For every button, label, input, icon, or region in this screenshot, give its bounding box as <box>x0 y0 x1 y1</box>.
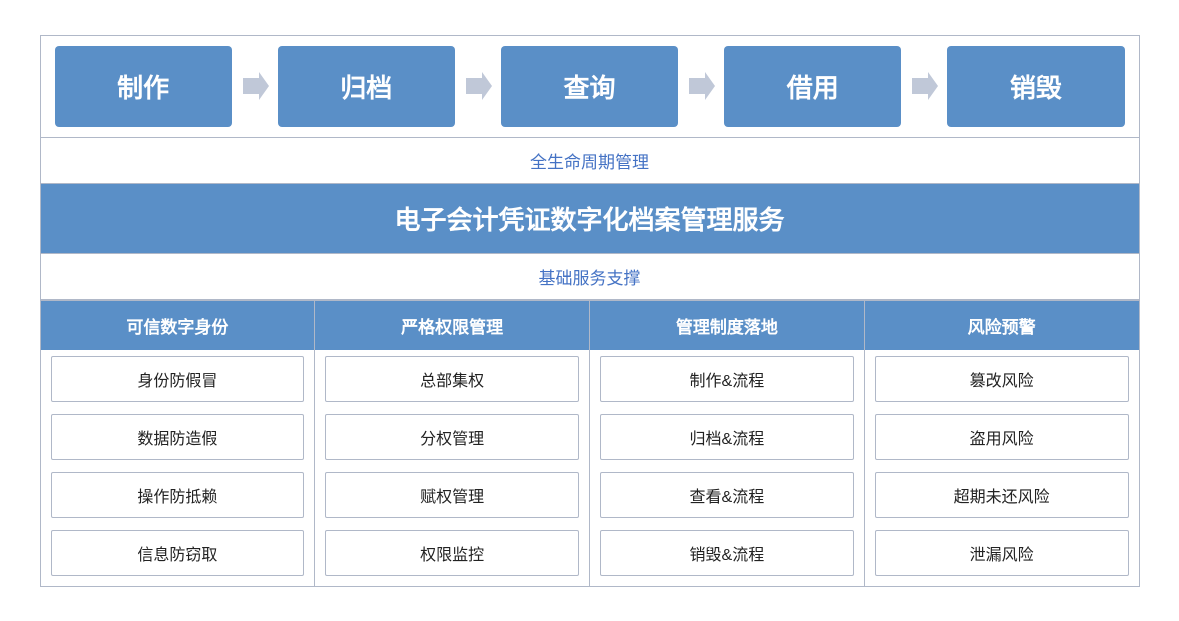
flow-arrow-icon <box>232 68 278 104</box>
flow-arrow-icon <box>678 68 724 104</box>
col-header-0: 可信数字身份 <box>41 301 315 350</box>
col-header-1: 严格权限管理 <box>315 301 589 350</box>
col-3-item-1: 盗用风险 <box>875 414 1129 460</box>
lifecycle-label: 全生命周期管理 <box>41 137 1139 183</box>
flow-step-4: 销毁 <box>947 46 1124 127</box>
col-2-item-0: 制作&流程 <box>600 356 854 402</box>
column-3: 风险预警篡改风险盗用风险超期未还风险泄漏风险 <box>865 301 1139 586</box>
base-support-label: 基础服务支撑 <box>41 253 1139 300</box>
col-header-3: 风险预警 <box>865 301 1139 350</box>
col-0-item-2: 操作防抵赖 <box>51 472 305 518</box>
col-header-2: 管理制度落地 <box>590 301 864 350</box>
flow-arrow-icon <box>901 68 947 104</box>
main-title: 电子会计凭证数字化档案管理服务 <box>41 183 1139 253</box>
column-0: 可信数字身份身份防假冒数据防造假操作防抵赖信息防窃取 <box>41 301 316 586</box>
col-0-item-3: 信息防窃取 <box>51 530 305 576</box>
flow-step-3: 借用 <box>724 46 901 127</box>
diagram-container: 制作 归档 查询 借用 销毁 全生命周期管理 电子会计凭证数字化档案管理服务 基… <box>40 35 1140 587</box>
col-0-item-1: 数据防造假 <box>51 414 305 460</box>
col-3-item-3: 泄漏风险 <box>875 530 1129 576</box>
flow-step-2: 查询 <box>501 46 678 127</box>
flow-step-1: 归档 <box>278 46 455 127</box>
column-1: 严格权限管理总部集权分权管理赋权管理权限监控 <box>315 301 590 586</box>
col-3-item-0: 篡改风险 <box>875 356 1129 402</box>
col-1-item-2: 赋权管理 <box>325 472 579 518</box>
col-2-item-2: 查看&流程 <box>600 472 854 518</box>
flow-step-0: 制作 <box>55 46 232 127</box>
col-2-item-1: 归档&流程 <box>600 414 854 460</box>
col-3-item-2: 超期未还风险 <box>875 472 1129 518</box>
column-2: 管理制度落地制作&流程归档&流程查看&流程销毁&流程 <box>590 301 865 586</box>
col-1-item-3: 权限监控 <box>325 530 579 576</box>
flow-row: 制作 归档 查询 借用 销毁 <box>41 36 1139 137</box>
col-0-item-0: 身份防假冒 <box>51 356 305 402</box>
col-1-item-0: 总部集权 <box>325 356 579 402</box>
col-2-item-3: 销毁&流程 <box>600 530 854 576</box>
columns-section: 可信数字身份身份防假冒数据防造假操作防抵赖信息防窃取严格权限管理总部集权分权管理… <box>41 300 1139 586</box>
flow-arrow-icon <box>455 68 501 104</box>
col-1-item-1: 分权管理 <box>325 414 579 460</box>
